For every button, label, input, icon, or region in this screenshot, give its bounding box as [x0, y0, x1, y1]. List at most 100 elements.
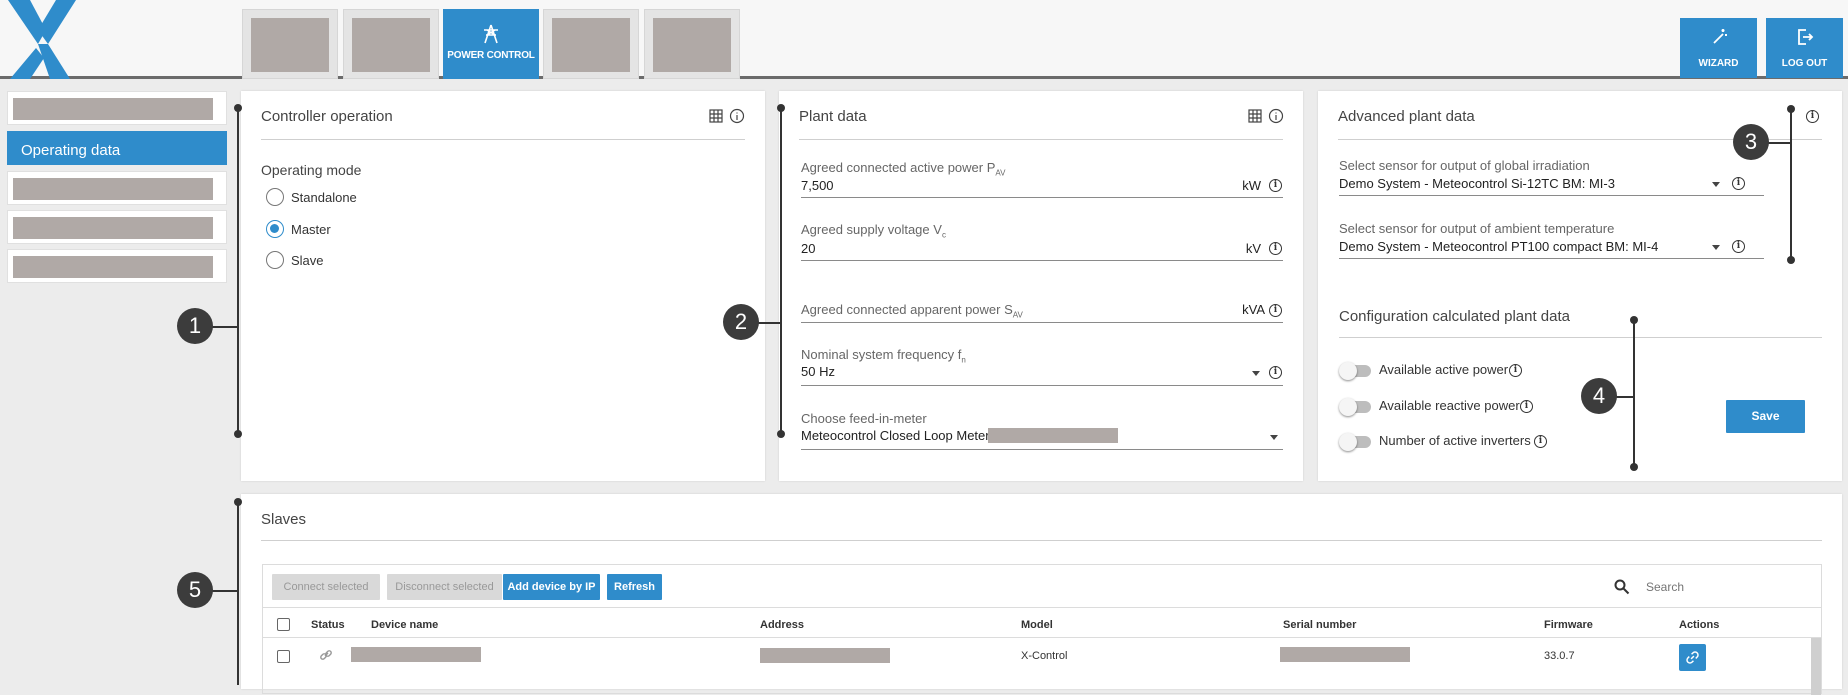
- annotation-connector: [212, 590, 238, 592]
- col-firmware[interactable]: Firmware: [1544, 619, 1593, 631]
- toggle-label: Number of active inverters: [1379, 433, 1531, 448]
- annotation-dot: [777, 430, 785, 438]
- info-icon[interactable]: i: [1520, 400, 1533, 413]
- redacted-item: [13, 217, 213, 239]
- info-icon[interactable]: i: [1732, 240, 1745, 253]
- redacted-address[interactable]: [760, 648, 890, 663]
- info-icon[interactable]: i: [1732, 177, 1745, 190]
- info-icon[interactable]: i: [1269, 366, 1282, 379]
- connect-selected-button[interactable]: Connect selected: [272, 574, 380, 600]
- active-power-label-text: Agreed connected active power P: [801, 160, 996, 175]
- redacted-tab: [251, 18, 329, 72]
- wizard-button[interactable]: WIZARD: [1680, 18, 1757, 78]
- voltage-input[interactable]: 20: [801, 241, 815, 256]
- annotation-dot: [777, 104, 785, 112]
- connect-row-button[interactable]: [1679, 644, 1706, 671]
- annotation-number-5: 5: [177, 572, 213, 608]
- redacted-serial: [1280, 647, 1410, 662]
- table-icon[interactable]: [1248, 108, 1284, 124]
- toggle-available-active-power[interactable]: [1339, 362, 1371, 380]
- frequency-label: Nominal system frequency fn: [801, 347, 966, 365]
- field-underline: [1339, 195, 1764, 196]
- disconnect-selected-button[interactable]: Disconnect selected: [387, 574, 502, 600]
- info-icon[interactable]: i: [1269, 304, 1282, 317]
- redacted-item: [13, 256, 213, 278]
- annotation-connector: [1616, 396, 1634, 398]
- panel-title: Plant data: [799, 108, 867, 125]
- sidebar-item-3[interactable]: [7, 171, 227, 205]
- temperature-select[interactable]: Demo System - Meteocontrol PT100 compact…: [1339, 239, 1658, 254]
- col-serial-number[interactable]: Serial number: [1283, 619, 1356, 631]
- annotation-dot: [234, 430, 242, 438]
- toggle-available-reactive-power[interactable]: [1339, 398, 1371, 416]
- toggle-number-of-active-inverters[interactable]: [1339, 433, 1371, 451]
- nav-tab-1[interactable]: [242, 9, 338, 79]
- info-icon[interactable]: i: [1534, 435, 1547, 448]
- panel-title: Advanced plant data: [1338, 108, 1475, 125]
- controller-operation-panel: Controller operation Operating mode Stan…: [241, 91, 765, 481]
- annotation-dot: [1630, 463, 1638, 471]
- nav-tab-2[interactable]: [343, 9, 439, 79]
- radio-label-master: Master: [291, 222, 331, 237]
- temperature-label: Select sensor for output of ambient temp…: [1339, 221, 1615, 236]
- logo[interactable]: [0, 0, 90, 79]
- tab-label: POWER CONTROL: [447, 50, 535, 61]
- frequency-select[interactable]: 50 Hz: [801, 364, 835, 379]
- info-icon[interactable]: i: [1806, 110, 1819, 123]
- panel-icons: [1248, 108, 1284, 127]
- chevron-down-icon[interactable]: [1712, 182, 1720, 187]
- col-status[interactable]: Status: [311, 619, 345, 631]
- divider: [263, 637, 1821, 638]
- radio-master[interactable]: [266, 220, 284, 238]
- save-button[interactable]: Save: [1726, 400, 1805, 433]
- table-icon[interactable]: [709, 108, 745, 124]
- slaves-table: Connect selected Disconnect selected Add…: [262, 564, 1822, 695]
- radio-standalone[interactable]: [266, 188, 284, 206]
- nav-tab-5[interactable]: [644, 9, 740, 79]
- info-icon[interactable]: i: [1269, 242, 1282, 255]
- meter-select[interactable]: Meteocontrol Closed Loop Meter: [801, 428, 990, 443]
- nav-tab-4[interactable]: [543, 9, 639, 79]
- active-power-input[interactable]: 7,500: [801, 178, 834, 193]
- col-model[interactable]: Model: [1021, 619, 1053, 631]
- redacted-item: [13, 178, 213, 200]
- add-device-by-ip-button[interactable]: Add device by IP: [503, 574, 600, 600]
- sidebar-item-4[interactable]: [7, 210, 227, 244]
- power-tower-icon: [444, 24, 538, 48]
- irradiation-label: Select sensor for output of global irrad…: [1339, 158, 1590, 173]
- chevron-down-icon[interactable]: [1270, 435, 1278, 440]
- sidebar-item-operating-data[interactable]: Operating data: [7, 131, 227, 165]
- meter-label: Choose feed-in-meter: [801, 411, 927, 426]
- annotation-bracket: [237, 108, 239, 434]
- row-checkbox[interactable]: [277, 650, 290, 663]
- sidebar-item-5[interactable]: [7, 249, 227, 283]
- logout-button[interactable]: LOG OUT: [1766, 18, 1843, 78]
- select-all-checkbox[interactable]: [277, 618, 290, 631]
- search-input[interactable]: [1646, 576, 1806, 598]
- col-address[interactable]: Address: [760, 619, 804, 631]
- field-underline: [801, 260, 1283, 261]
- scrollbar[interactable]: [1811, 638, 1821, 695]
- chevron-down-icon[interactable]: [1712, 245, 1720, 250]
- refresh-button[interactable]: Refresh: [607, 574, 662, 600]
- plant-data-panel: Plant data Agreed connected active power…: [779, 91, 1303, 481]
- apparent-power-label[interactable]: Agreed connected apparent power SAV: [801, 302, 1023, 320]
- link-icon: [319, 648, 333, 667]
- chevron-down-icon[interactable]: [1252, 371, 1260, 376]
- sidebar-item-1[interactable]: [7, 91, 227, 125]
- redacted-item: [13, 98, 213, 120]
- apparent-power-label-text: Agreed connected apparent power S: [801, 302, 1013, 317]
- irradiation-select[interactable]: Demo System - Meteocontrol Si-12TC BM: M…: [1339, 176, 1615, 191]
- panel-title: Controller operation: [261, 108, 393, 125]
- info-icon[interactable]: i: [1269, 179, 1282, 192]
- info-icon[interactable]: i: [1509, 364, 1522, 377]
- redacted-tab: [352, 18, 430, 72]
- annotation-connector: [212, 326, 238, 328]
- nav-tab-power-control[interactable]: POWER CONTROL: [443, 9, 539, 79]
- link-icon: [1686, 651, 1699, 667]
- radio-slave[interactable]: [266, 251, 284, 269]
- divider: [263, 607, 1821, 608]
- annotation-connector: [1768, 142, 1791, 144]
- annotation-number-3: 3: [1733, 124, 1769, 160]
- col-device-name[interactable]: Device name: [371, 619, 438, 631]
